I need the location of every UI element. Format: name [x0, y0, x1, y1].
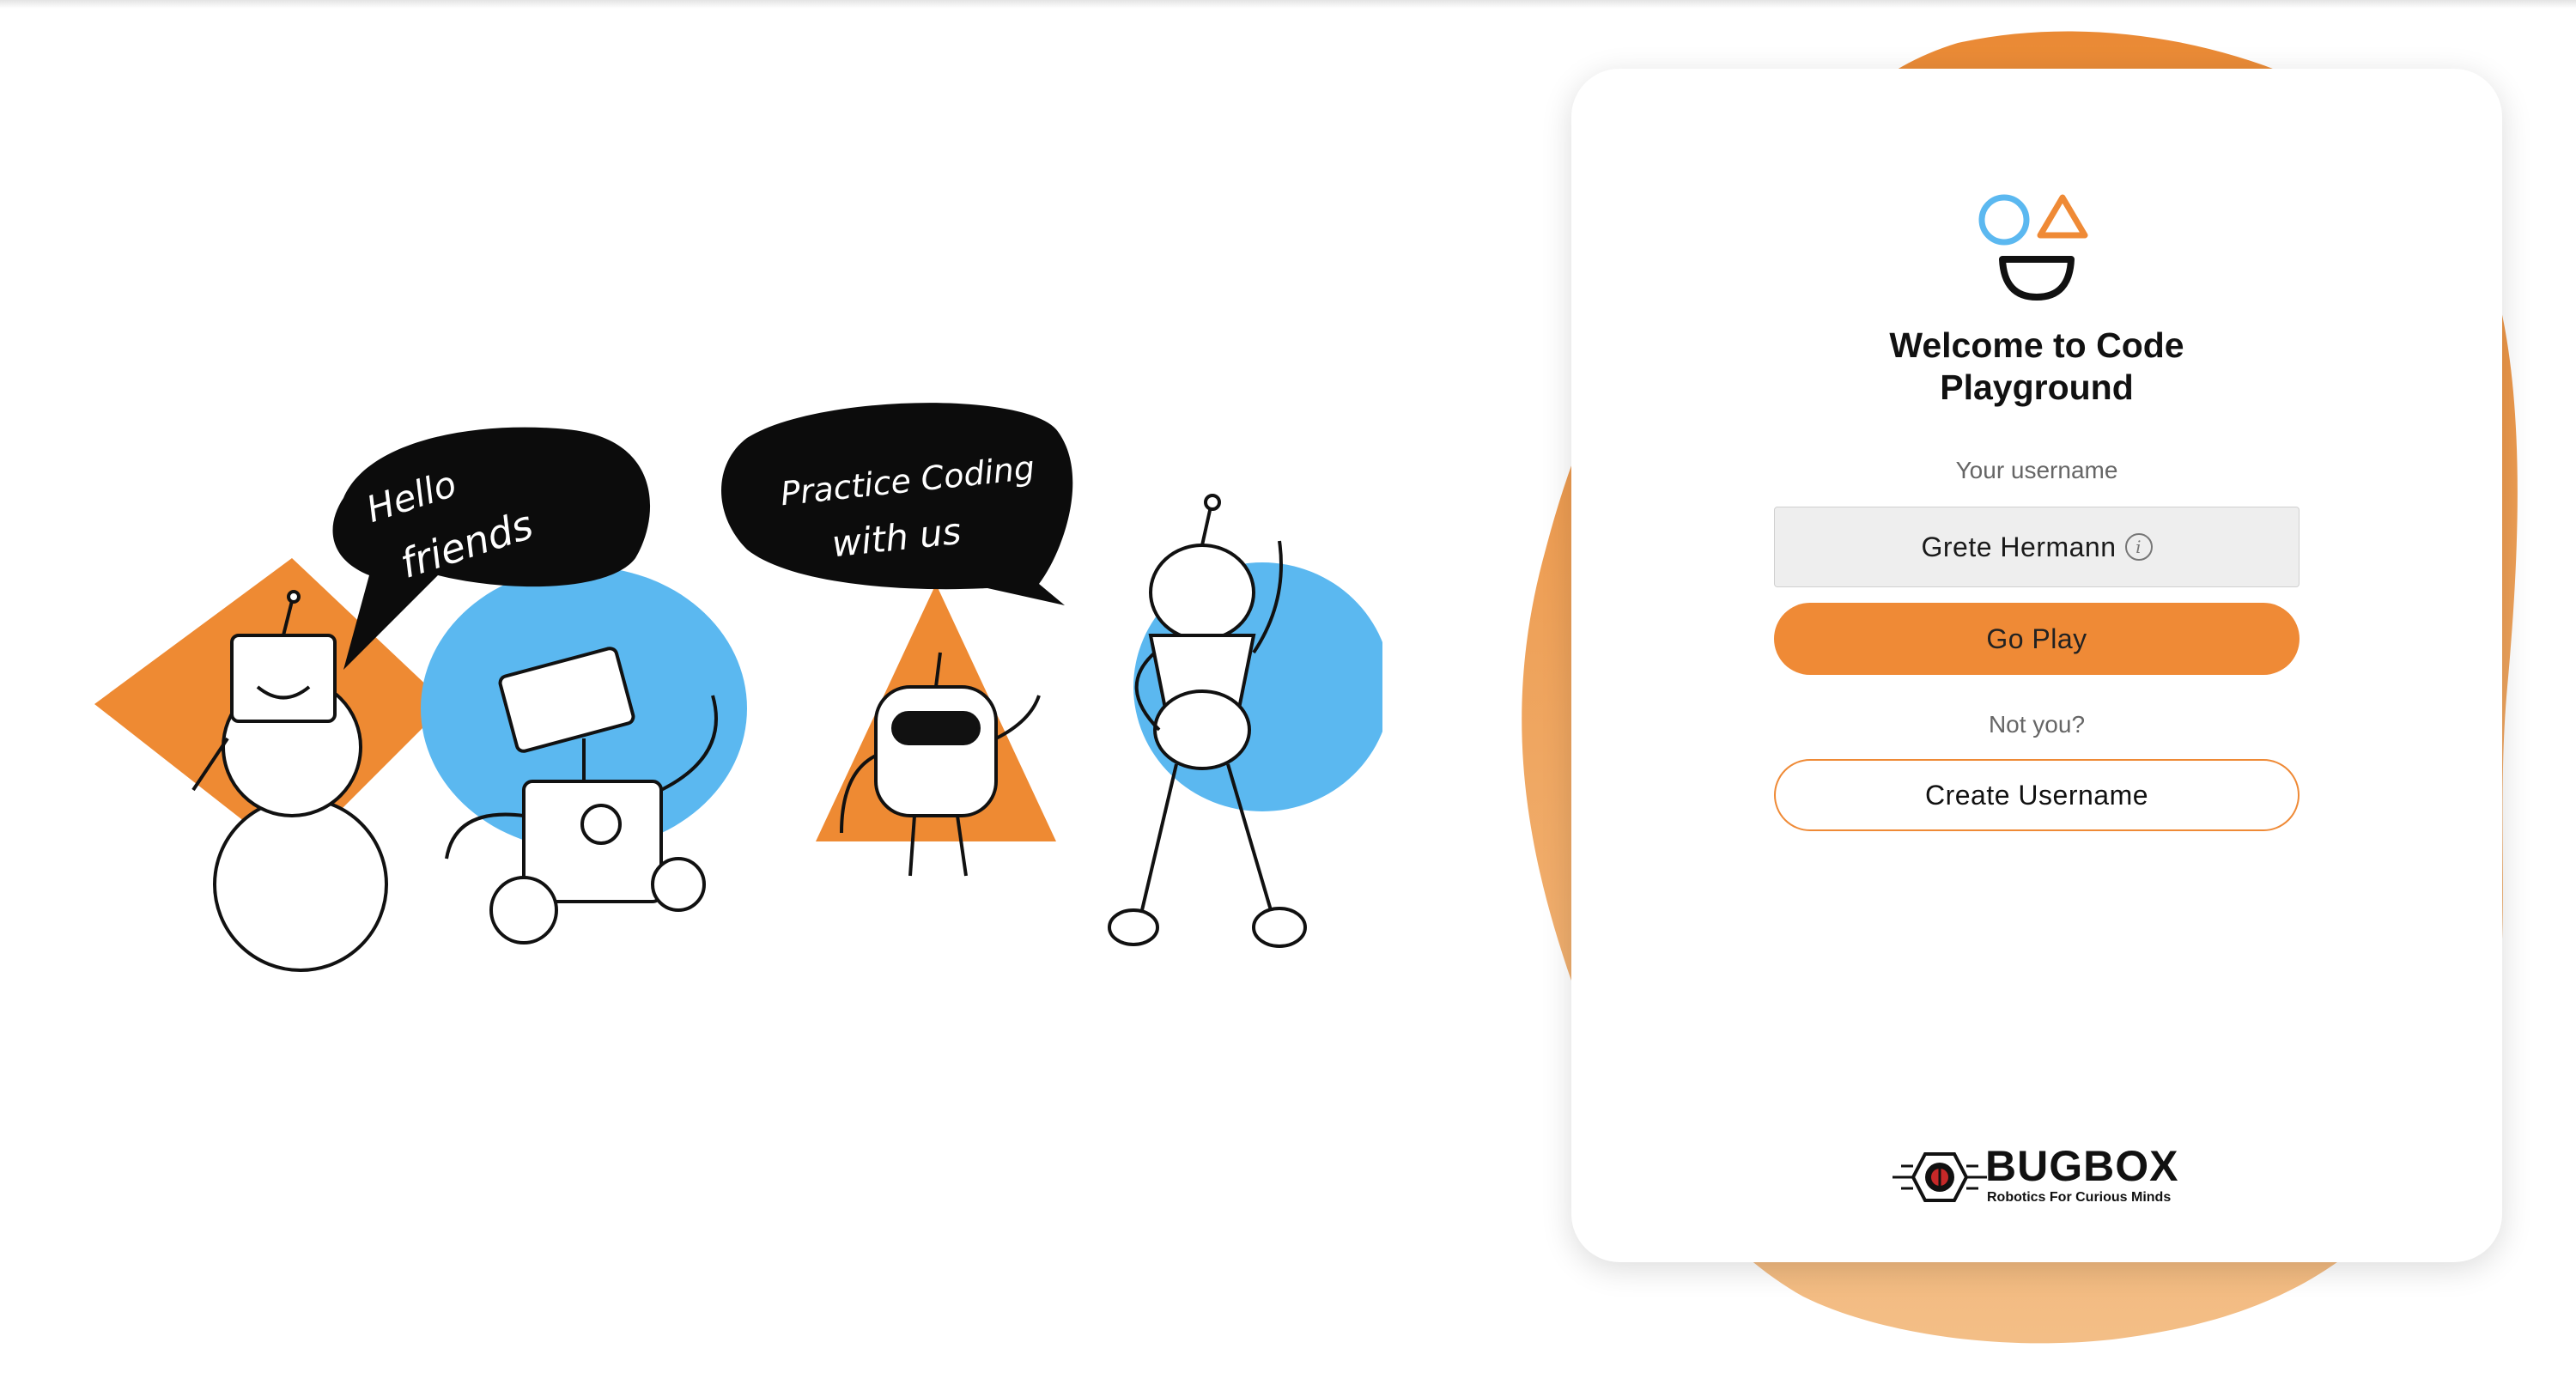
bugbox-tagline: Robotics For Curious Minds: [1987, 1190, 2172, 1205]
go-play-button[interactable]: Go Play: [1774, 603, 2300, 675]
info-icon[interactable]: i: [2124, 533, 2153, 561]
not-you-text: Not you?: [1988, 711, 2086, 738]
username-field[interactable]: Grete Hermann i: [1774, 507, 2300, 587]
login-page: Hello friends Practice Coding with us We…: [0, 0, 2576, 1391]
username-value: Grete Hermann: [1921, 531, 2117, 562]
login-card: Welcome to Code Playground Your username…: [1571, 69, 2502, 1262]
top-edge-shadow: [0, 0, 2576, 9]
title-line-2: Playground: [1940, 367, 2134, 407]
create-username-button[interactable]: Create Username: [1774, 759, 2300, 831]
bugbox-brand-name: BUGBOX: [1985, 1142, 2179, 1190]
title-line-1: Welcome to Code: [1889, 325, 2184, 365]
page-title: Welcome to Code Playground: [1571, 325, 2502, 409]
bugbox-logo: BUGBOX Robotics For Curious Minds: [1893, 1142, 2193, 1211]
circle-triangle-smile-logo-icon: [1978, 194, 2088, 301]
username-label: Your username: [1955, 457, 2118, 483]
robots-illustration: Hello friends Practice Coding with us: [94, 403, 1382, 972]
speech-bubble-right: [721, 403, 1073, 605]
bugbox-emblem-icon: [1893, 1152, 1987, 1202]
